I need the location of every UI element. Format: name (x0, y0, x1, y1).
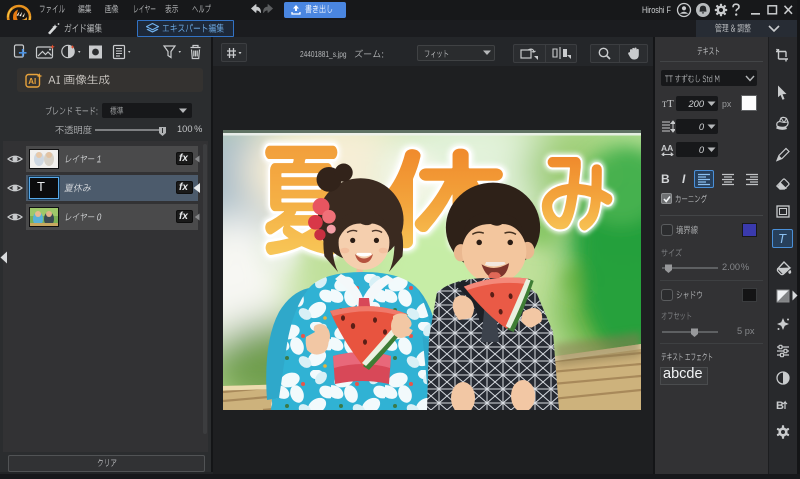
svg-text:AA: AA (661, 143, 673, 153)
svg-text:AI: AI (28, 77, 36, 86)
svg-text:T: T (667, 98, 674, 109)
svg-text:B: B (776, 400, 784, 412)
